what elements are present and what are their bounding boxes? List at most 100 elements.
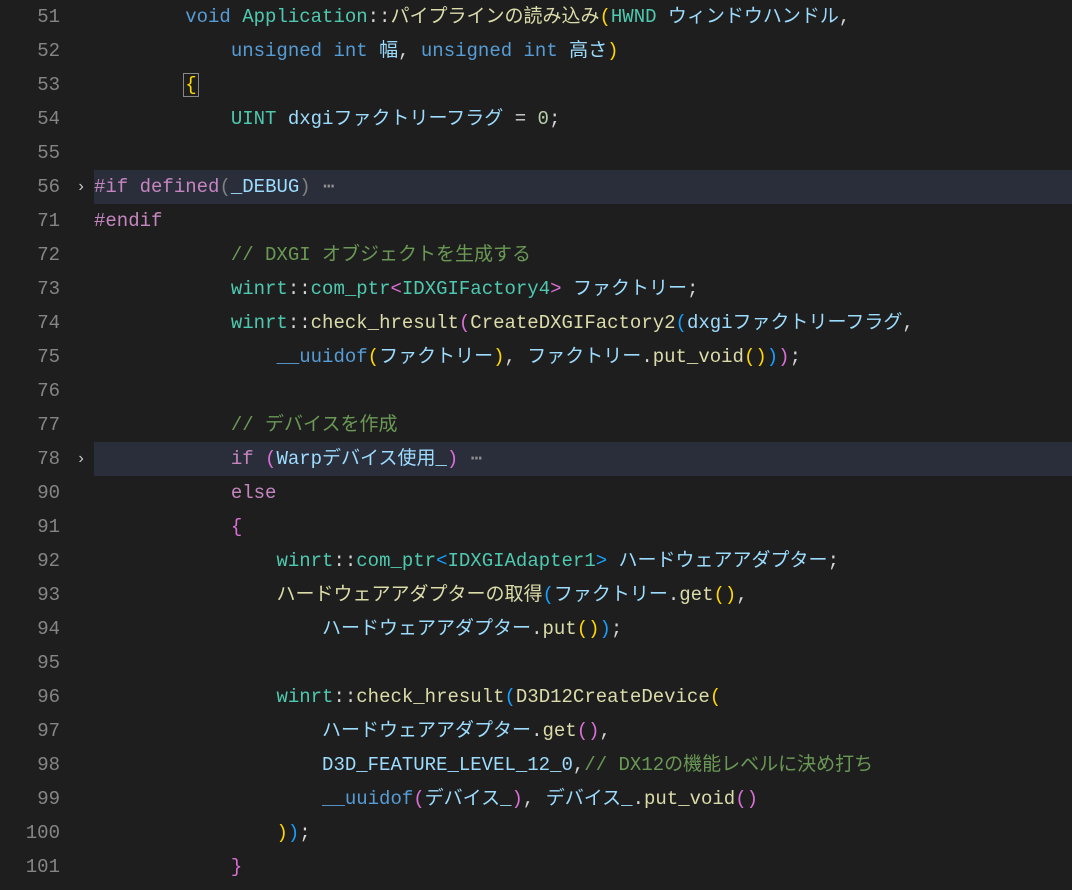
code-token: ): [447, 448, 458, 470]
code-editor[interactable]: 5152535455567172737475767778909192939495…: [0, 0, 1072, 890]
code-line[interactable]: __uuidof(デバイス_), デバイス_.put_void(): [94, 782, 1072, 816]
code-token: ,: [398, 40, 421, 62]
code-line[interactable]: if (Warpデバイス使用_) ⋯: [94, 442, 1072, 476]
fold-column[interactable]: ››: [68, 0, 94, 890]
fold-spacer: [68, 680, 94, 714]
code-token: (: [459, 312, 470, 334]
code-area[interactable]: void Application::パイプラインの読み込み(HWND ウィンドウ…: [94, 0, 1072, 890]
line-number: 54: [0, 102, 60, 136]
code-line[interactable]: unsigned int 幅, unsigned int 高さ): [94, 34, 1072, 68]
code-token: [94, 584, 276, 606]
code-token: (: [577, 720, 588, 742]
fold-spacer: [68, 850, 94, 884]
fold-spacer: [68, 408, 94, 442]
line-number: 92: [0, 544, 60, 578]
code-token: (: [676, 312, 687, 334]
code-token: check_hresult: [311, 312, 459, 334]
code-token: [94, 346, 276, 368]
code-token: get: [679, 584, 713, 606]
code-token: UINT: [231, 108, 277, 130]
code-token: put_void: [653, 346, 744, 368]
code-line[interactable]: else: [94, 476, 1072, 510]
code-line[interactable]: [94, 646, 1072, 680]
code-token: ;: [828, 550, 839, 572]
code-token: [94, 108, 231, 130]
code-token: ,: [573, 754, 584, 776]
code-line[interactable]: winrt::com_ptr<IDXGIFactory4> ファクトリー;: [94, 272, 1072, 306]
code-token: ,: [902, 312, 913, 334]
code-line[interactable]: ハードウェアアダプター.put());: [94, 612, 1072, 646]
code-token: パイプラインの読み込み: [390, 6, 599, 28]
code-token: ;: [687, 278, 698, 300]
code-line[interactable]: winrt::check_hresult(CreateDXGIFactory2(…: [94, 306, 1072, 340]
code-line[interactable]: winrt::check_hresult(D3D12CreateDevice(: [94, 680, 1072, 714]
fold-spacer: [68, 34, 94, 68]
code-token: int: [333, 40, 367, 62]
code-token: ;: [790, 346, 801, 368]
code-token: if: [231, 448, 254, 470]
code-token: ファクトリー: [573, 278, 687, 300]
code-token: [94, 6, 185, 28]
line-number: 78: [0, 442, 60, 476]
code-token: HWND: [611, 6, 657, 28]
code-line[interactable]: ハードウェアアダプターの取得(ファクトリー.get(),: [94, 578, 1072, 612]
code-line[interactable]: {: [94, 510, 1072, 544]
code-token: [276, 108, 287, 130]
code-token: .: [531, 618, 542, 640]
code-line[interactable]: __uuidof(ファクトリー), ファクトリー.put_void()));: [94, 340, 1072, 374]
code-line[interactable]: #endif: [94, 204, 1072, 238]
code-token: [657, 6, 668, 28]
code-token: [94, 686, 276, 708]
code-token: ウィンドウハンドル: [668, 6, 839, 28]
fold-toggle-icon[interactable]: ›: [68, 442, 94, 476]
code-line[interactable]: // DXGI オブジェクトを生成する: [94, 238, 1072, 272]
code-token: ): [588, 618, 599, 640]
code-token: 高さ: [569, 40, 607, 62]
code-line[interactable]: {: [94, 68, 1072, 102]
code-token: ファクトリー: [379, 346, 493, 368]
fold-toggle-icon[interactable]: ›: [68, 170, 94, 204]
code-line[interactable]: [94, 136, 1072, 170]
code-token: ): [276, 822, 287, 844]
code-token: >: [550, 278, 561, 300]
code-line[interactable]: [94, 374, 1072, 408]
code-line[interactable]: UINT dxgiファクトリーフラグ = 0;: [94, 102, 1072, 136]
code-token: ,: [504, 346, 527, 368]
fold-spacer: [68, 204, 94, 238]
code-token: [94, 414, 231, 436]
code-token: ::: [333, 686, 356, 708]
code-line[interactable]: winrt::com_ptr<IDXGIAdapter1> ハードウェアアダプタ…: [94, 544, 1072, 578]
code-token: winrt: [231, 312, 288, 334]
code-token: [254, 448, 265, 470]
code-token: [94, 822, 276, 844]
code-token: ): [778, 346, 789, 368]
code-token: ,: [600, 720, 611, 742]
code-token: ): [725, 584, 736, 606]
code-token: Application: [242, 6, 367, 28]
line-number: 76: [0, 374, 60, 408]
line-number: 52: [0, 34, 60, 68]
code-line[interactable]: }: [94, 850, 1072, 884]
code-line[interactable]: #if defined(_DEBUG) ⋯: [94, 170, 1072, 204]
code-line[interactable]: void Application::パイプラインの読み込み(HWND ウィンドウ…: [94, 0, 1072, 34]
code-token: [94, 482, 231, 504]
line-number: 100: [0, 816, 60, 850]
code-line[interactable]: ハードウェアアダプター.get(),: [94, 714, 1072, 748]
code-line[interactable]: ));: [94, 816, 1072, 850]
code-token: 0: [538, 108, 549, 130]
line-number: 98: [0, 748, 60, 782]
line-number: 51: [0, 0, 60, 34]
code-token: ::: [288, 278, 311, 300]
code-token: =: [503, 108, 537, 130]
code-line[interactable]: D3D_FEATURE_LEVEL_12_0,// DX12の機能レベルに決め打…: [94, 748, 1072, 782]
line-number: 77: [0, 408, 60, 442]
code-line[interactable]: // デバイスを作成: [94, 408, 1072, 442]
code-token: [94, 312, 231, 334]
code-token: #if: [94, 176, 128, 198]
code-token: // DX12の機能レベルに決め打ち: [584, 754, 873, 776]
code-token: com_ptr: [311, 278, 391, 300]
code-token: }: [231, 856, 242, 878]
code-token: ): [512, 788, 523, 810]
code-token: [562, 278, 573, 300]
code-token: ): [607, 40, 618, 62]
